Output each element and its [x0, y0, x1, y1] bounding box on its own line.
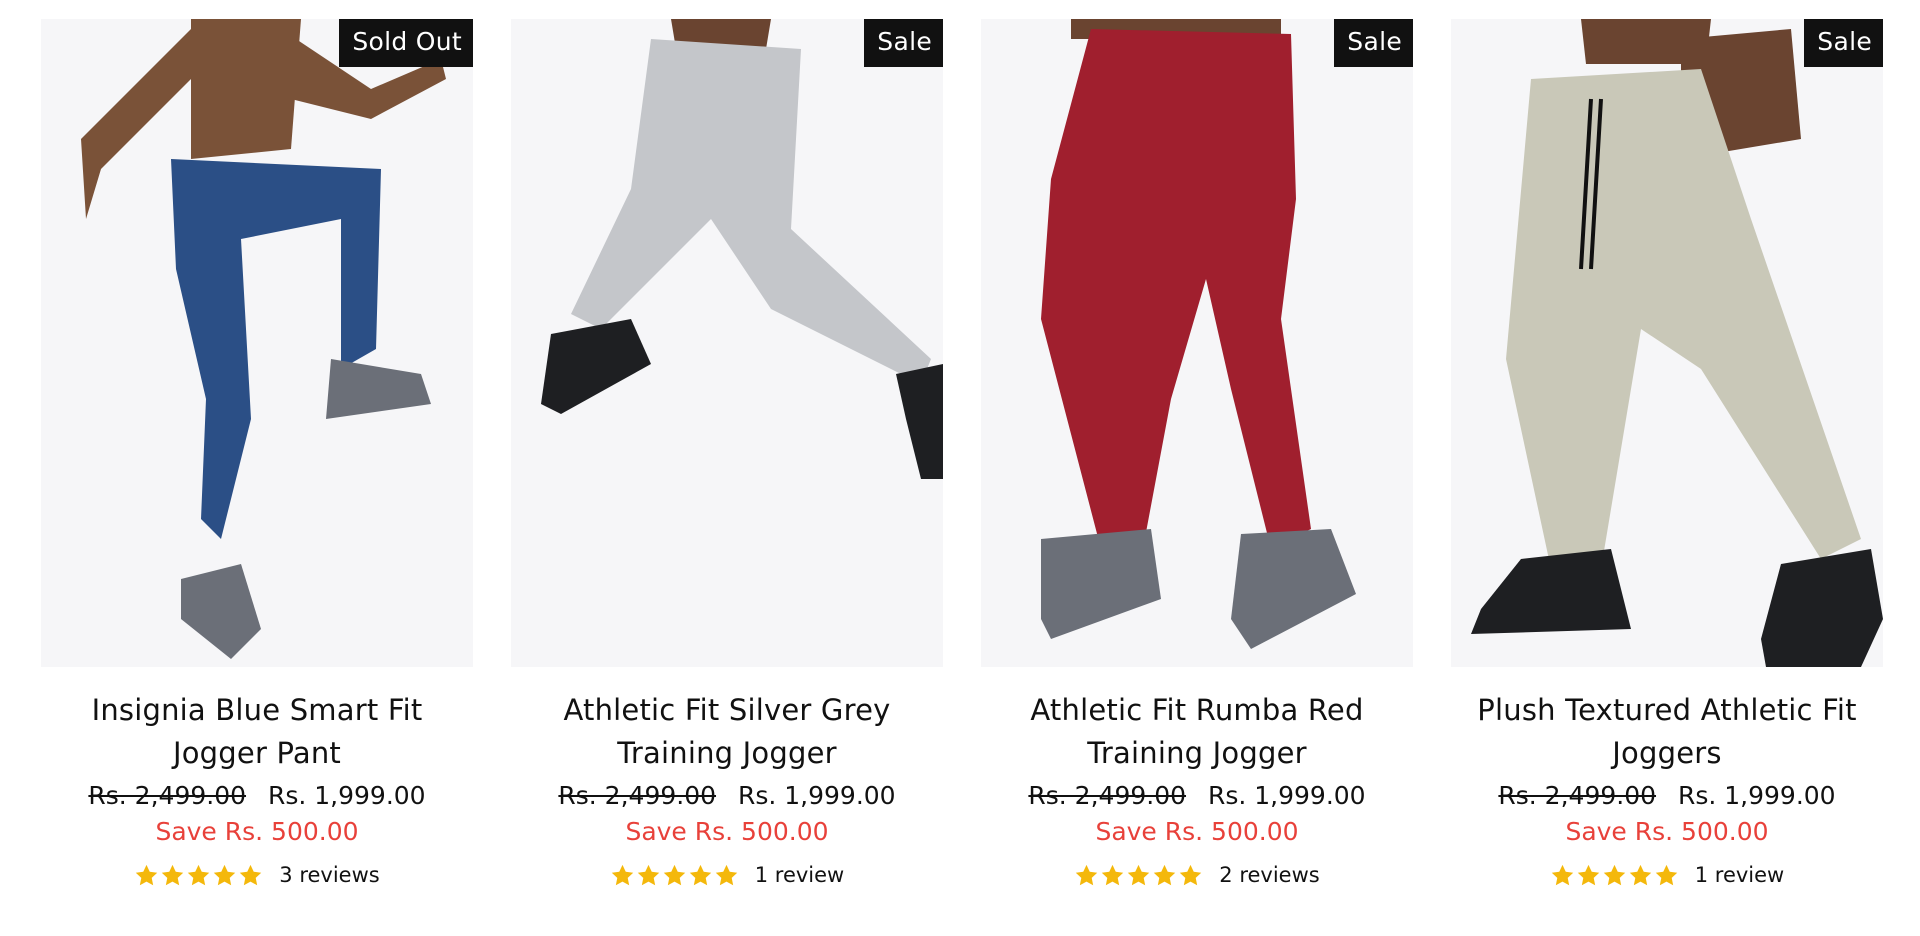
original-price: Rs. 2,499.00: [558, 781, 717, 810]
star-icon: [188, 864, 210, 885]
star-icon: [214, 864, 236, 885]
star-icon: [1551, 864, 1573, 885]
star-icon: [637, 864, 659, 885]
review-count: 1 review: [1694, 863, 1785, 887]
star-icon: [689, 864, 711, 885]
product-image[interactable]: Sold Out: [41, 19, 473, 667]
original-price: Rs. 2,499.00: [88, 781, 247, 810]
sale-price: Rs. 1,999.00: [1207, 781, 1366, 810]
product-card[interactable]: Sale Athletic Fit Silver Grey Training J…: [511, 19, 943, 889]
product-card[interactable]: Sale Plush Textured Athletic Fit Joggers…: [1451, 19, 1883, 889]
star-icon: [162, 864, 184, 885]
product-card[interactable]: Sale Athletic Fit Rumba Red Training Jog…: [981, 19, 1413, 889]
star-icon: [240, 864, 262, 885]
product-photo: [981, 19, 1413, 667]
star-icon: [715, 864, 737, 885]
star-icon: [611, 864, 633, 885]
product-title[interactable]: Athletic Fit Rumba Red Training Jogger: [987, 689, 1407, 775]
star-icon: [136, 864, 158, 885]
product-badge: Sale: [1334, 19, 1413, 67]
product-badge: Sale: [1804, 19, 1883, 67]
price-row: Rs. 2,499.00 Rs. 1,999.00: [1028, 779, 1365, 813]
price-row: Rs. 2,499.00 Rs. 1,999.00: [1498, 779, 1835, 813]
product-title[interactable]: Athletic Fit Silver Grey Training Jogger: [517, 689, 937, 775]
product-title[interactable]: Insignia Blue Smart Fit Jogger Pant: [47, 689, 467, 775]
product-image[interactable]: Sale: [511, 19, 943, 667]
star-icon: [1128, 864, 1150, 885]
product-badge: Sale: [864, 19, 943, 67]
review-count: 3 reviews: [279, 863, 380, 887]
review-count: 1 review: [754, 863, 845, 887]
sale-price: Rs. 1,999.00: [737, 781, 896, 810]
star-icon: [1076, 864, 1098, 885]
review-count: 2 reviews: [1219, 863, 1320, 887]
savings-text: Save Rs. 500.00: [625, 817, 829, 846]
savings-text: Save Rs. 500.00: [1095, 817, 1299, 846]
star-icon: [1102, 864, 1124, 885]
sale-price: Rs. 1,999.00: [267, 781, 426, 810]
rating-row[interactable]: 3 reviews: [134, 861, 380, 889]
star-icon: [1629, 864, 1651, 885]
rating-row[interactable]: 1 review: [610, 861, 845, 889]
product-grid: Sold Out Insignia Blue Smart Fit Jogger …: [41, 19, 1883, 889]
product-photo: [1451, 19, 1883, 667]
product-badge: Sold Out: [339, 19, 473, 67]
rating-row[interactable]: 1 review: [1550, 861, 1785, 889]
star-icon: [1180, 864, 1202, 885]
star-rating: [134, 863, 263, 888]
original-price: Rs. 2,499.00: [1498, 781, 1657, 810]
savings-text: Save Rs. 500.00: [155, 817, 359, 846]
star-icon: [663, 864, 685, 885]
rating-row[interactable]: 2 reviews: [1074, 861, 1320, 889]
savings-text: Save Rs. 500.00: [1565, 817, 1769, 846]
price-row: Rs. 2,499.00 Rs. 1,999.00: [88, 779, 425, 813]
product-photo: [511, 19, 943, 667]
product-image[interactable]: Sale: [981, 19, 1413, 667]
star-rating: [1074, 863, 1203, 888]
original-price: Rs. 2,499.00: [1028, 781, 1187, 810]
star-icon: [1577, 864, 1599, 885]
product-card[interactable]: Sold Out Insignia Blue Smart Fit Jogger …: [41, 19, 473, 889]
star-icon: [1154, 864, 1176, 885]
star-rating: [610, 863, 739, 888]
product-title[interactable]: Plush Textured Athletic Fit Joggers: [1457, 689, 1877, 775]
sale-price: Rs. 1,999.00: [1677, 781, 1836, 810]
star-rating: [1550, 863, 1679, 888]
price-row: Rs. 2,499.00 Rs. 1,999.00: [558, 779, 895, 813]
star-icon: [1655, 864, 1677, 885]
product-photo: [41, 19, 473, 667]
product-image[interactable]: Sale: [1451, 19, 1883, 667]
star-icon: [1603, 864, 1625, 885]
